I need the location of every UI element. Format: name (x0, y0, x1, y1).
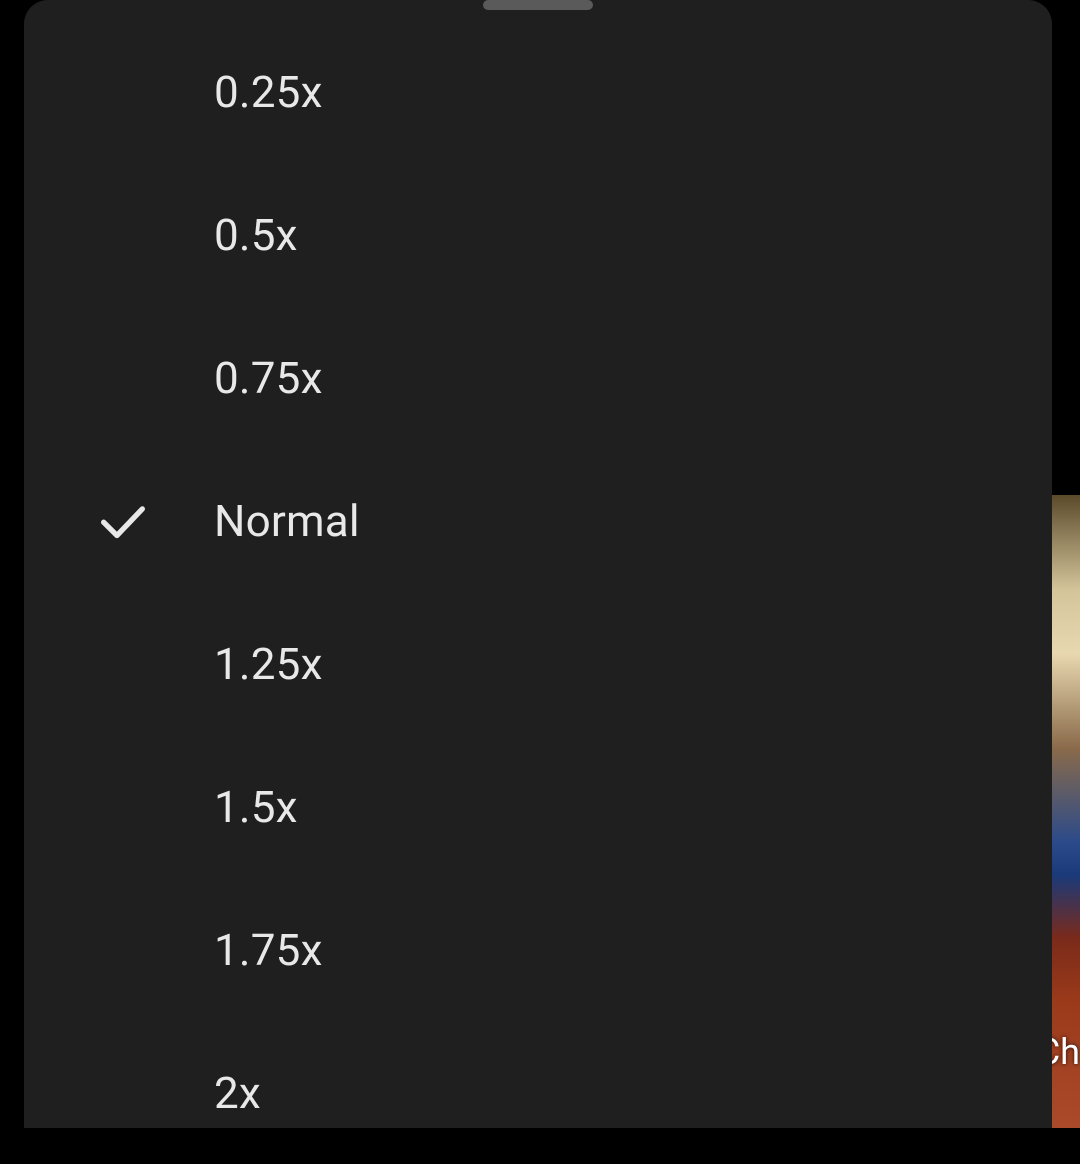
speed-option-label: 0.25x (214, 66, 323, 118)
check-slot (94, 492, 214, 550)
speed-option-0-75x[interactable]: 0.75x (24, 306, 1052, 449)
speed-option-label: 0.5x (214, 209, 298, 261)
speed-option-label: Normal (214, 495, 360, 547)
speed-option-1-5x[interactable]: 1.5x (24, 735, 1052, 878)
speed-option-2x[interactable]: 2x (24, 1021, 1052, 1164)
speed-option-label: 2x (214, 1067, 261, 1119)
speed-option-1-75x[interactable]: 1.75x (24, 878, 1052, 1021)
playback-speed-sheet: 0.25x 0.5x 0.75x Nor (24, 0, 1052, 1128)
speed-option-label: 1.5x (214, 781, 298, 833)
speed-options-list: 0.25x 0.5x 0.75x Nor (24, 20, 1052, 1164)
speed-option-label: 0.75x (214, 352, 323, 404)
speed-option-0-25x[interactable]: 0.25x (24, 20, 1052, 163)
speed-option-label: 1.75x (214, 924, 323, 976)
speed-option-label: 1.25x (214, 638, 323, 690)
check-icon (94, 492, 152, 550)
drag-handle[interactable] (483, 0, 593, 10)
speed-option-1-25x[interactable]: 1.25x (24, 592, 1052, 735)
speed-option-normal[interactable]: Normal (24, 449, 1052, 592)
speed-option-0-5x[interactable]: 0.5x (24, 163, 1052, 306)
